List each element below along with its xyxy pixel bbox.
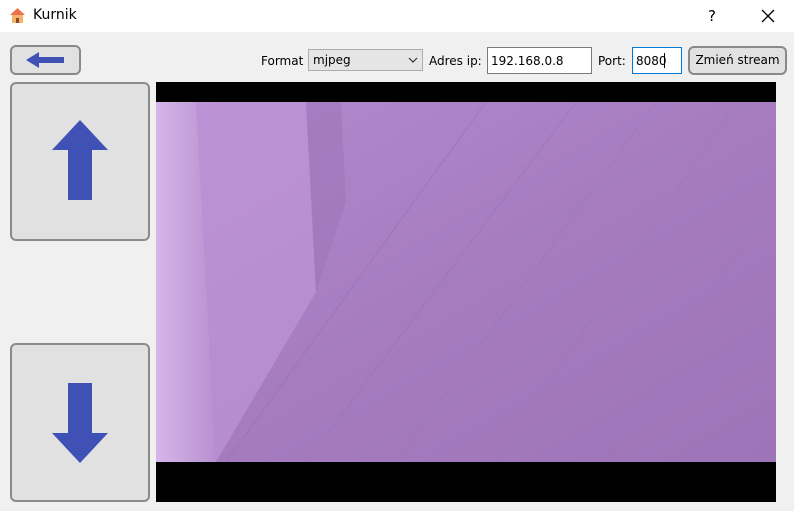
close-icon[interactable] [756,5,780,27]
port-label: Port: [598,54,626,68]
window-title: Kurnik [33,7,77,23]
format-value: mjpeg [313,53,351,67]
ip-value: 192.168.0.8 [491,54,564,68]
arrow-down-icon [52,383,108,463]
format-select[interactable]: mjpeg [308,49,423,71]
help-button[interactable]: ? [700,5,724,27]
text-caret [664,53,665,68]
format-label: Format [261,54,304,68]
ip-label: Adres ip: [429,54,482,68]
house-icon [10,8,25,23]
arrow-up-icon [52,120,108,200]
back-button[interactable] [10,45,81,75]
camera-stream-view [156,82,776,502]
camera-frame [156,82,776,502]
ip-input[interactable]: 192.168.0.8 [487,47,592,74]
change-stream-button[interactable]: Zmień stream [688,46,787,75]
title-bar: Kurnik ? [0,0,794,32]
port-value: 8080 [636,54,667,68]
port-input[interactable]: 8080 [632,47,682,74]
chevron-down-icon [408,57,418,63]
move-down-button[interactable] [10,343,150,502]
move-up-button[interactable] [10,82,150,241]
arrow-left-icon [26,52,64,68]
